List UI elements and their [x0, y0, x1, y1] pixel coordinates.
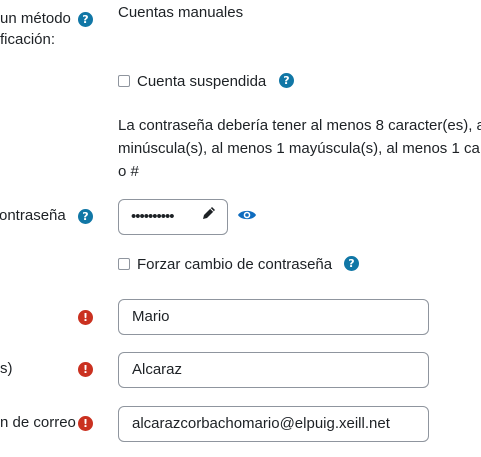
suspended-checkbox[interactable]: [118, 75, 130, 87]
email-label: n de correo: [0, 414, 76, 431]
pencil-icon[interactable]: [201, 200, 217, 234]
auth-method-label-line2: ficación:: [0, 31, 56, 48]
force-change-checkbox[interactable]: [118, 258, 130, 270]
error-icon: !: [78, 310, 93, 325]
help-icon[interactable]: ?: [344, 256, 359, 271]
auth-method-label-line1: un método: [0, 10, 71, 27]
help-icon[interactable]: ?: [78, 12, 93, 27]
suspended-label: Cuenta suspendida: [137, 72, 267, 90]
firstname-input[interactable]: Mario: [118, 299, 429, 335]
email-input[interactable]: alcarazcorbachomario@elpuig.xeill.net: [118, 406, 429, 442]
password-masked-value: ••••••••••: [131, 208, 175, 225]
password-policy-line3: o #: [118, 163, 139, 180]
password-label: ontraseña: [0, 207, 66, 224]
error-icon: !: [78, 416, 93, 431]
error-icon: !: [78, 362, 93, 377]
force-change-label: Forzar cambio de contraseña: [137, 255, 333, 273]
suspended-row: Cuenta suspendida: [118, 70, 266, 92]
password-field[interactable]: ••••••••••: [118, 199, 228, 235]
help-icon[interactable]: ?: [279, 73, 294, 88]
lastname-label: s): [0, 360, 13, 377]
help-icon[interactable]: ?: [78, 209, 93, 224]
auth-method-value: Cuentas manuales: [118, 4, 244, 21]
password-policy-line2: minúscula(s), al menos 1 mayúscula(s), a…: [118, 140, 480, 157]
lastname-input[interactable]: Alcaraz: [118, 352, 429, 388]
eye-icon[interactable]: [237, 207, 257, 227]
force-change-row: Forzar cambio de contraseña: [118, 253, 332, 275]
